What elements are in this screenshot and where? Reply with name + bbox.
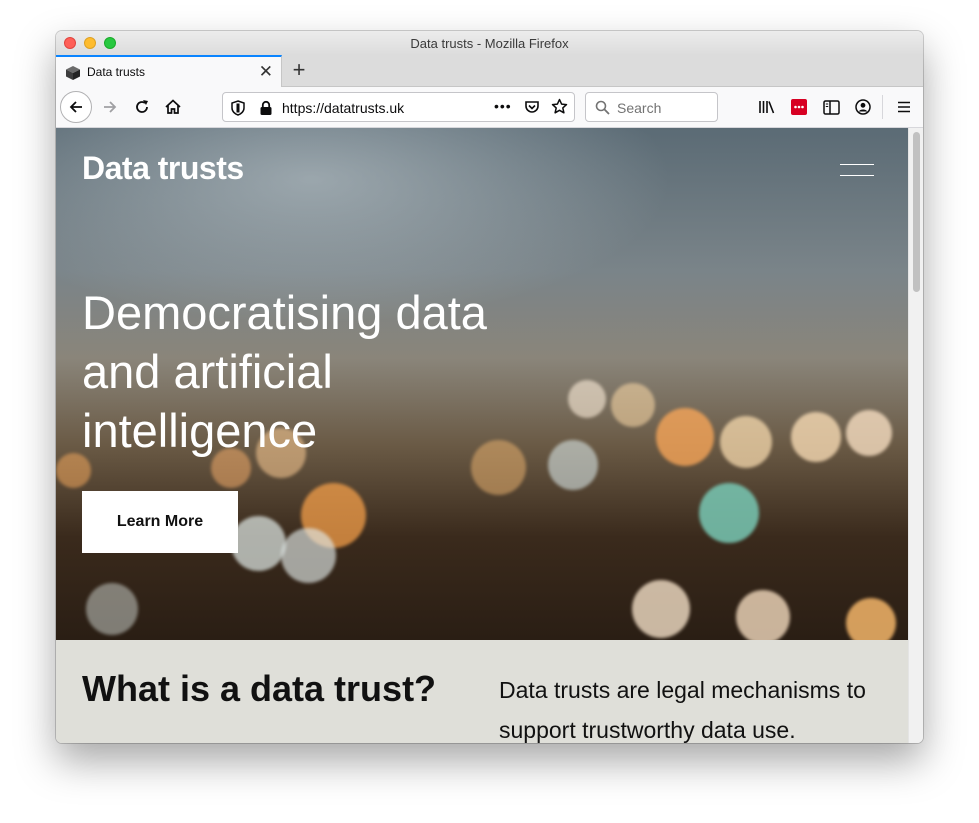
extension-button[interactable] <box>789 97 809 117</box>
page-actions-icon[interactable]: ••• <box>494 98 512 114</box>
bokeh-light <box>720 416 772 468</box>
app-menu-button[interactable] <box>894 97 914 117</box>
site-title[interactable]: Data trusts <box>82 150 244 187</box>
bokeh-light <box>86 583 138 635</box>
new-tab-button[interactable]: + <box>288 57 310 83</box>
home-icon <box>165 99 181 114</box>
hamburger-menu-icon[interactable] <box>840 164 874 178</box>
sidebar-button[interactable] <box>821 97 841 117</box>
title-bar: Data trusts - Mozilla Firefox <box>56 31 923 55</box>
bokeh-light <box>656 408 714 466</box>
window-title: Data trusts - Mozilla Firefox <box>410 36 569 51</box>
bokeh-light <box>846 410 892 456</box>
bokeh-light <box>846 598 896 640</box>
home-button[interactable] <box>157 91 189 123</box>
library-icon <box>759 101 775 114</box>
page-content: Data trusts Democratising data and artif… <box>56 128 923 743</box>
app-menu-icon <box>898 101 910 113</box>
extension-icon <box>791 99 807 115</box>
bokeh-light <box>548 440 598 490</box>
bokeh-light <box>736 590 790 640</box>
bokeh-light <box>632 580 690 638</box>
tab-strip: Data trusts ✕ + <box>56 55 923 87</box>
bokeh-light <box>568 380 606 418</box>
sidebar-icon <box>822 99 840 115</box>
about-section: What is a data trust? Data trusts are le… <box>56 640 908 743</box>
back-icon <box>69 101 82 113</box>
learn-more-button[interactable]: Learn More <box>82 491 238 553</box>
bokeh-light <box>231 516 286 571</box>
url-bar[interactable]: https://datatrusts.uk ••• <box>222 92 575 122</box>
bokeh-light <box>611 383 655 427</box>
search-bar[interactable]: Search <box>585 92 718 122</box>
about-title: What is a data trust? <box>82 668 437 709</box>
hero-heading: Democratising data and artificial intell… <box>82 286 487 457</box>
forward-icon <box>104 101 117 113</box>
account-icon <box>855 99 871 115</box>
hero-section: Data trusts Democratising data and artif… <box>56 128 908 640</box>
about-text: Data trusts are legal mechanisms to supp… <box>499 677 866 743</box>
scrollbar-thumb[interactable] <box>913 132 920 292</box>
tab-data-trusts[interactable]: Data trusts ✕ <box>56 55 282 87</box>
tab-close-icon[interactable]: ✕ <box>259 62 273 82</box>
bookmark-star-icon[interactable] <box>551 98 568 115</box>
reload-button[interactable] <box>126 91 158 123</box>
forward-button[interactable] <box>94 91 126 123</box>
lock-icon[interactable] <box>259 100 273 116</box>
cube-favicon-icon <box>66 66 80 80</box>
search-icon <box>595 100 610 115</box>
library-button[interactable] <box>757 97 777 117</box>
vertical-scrollbar[interactable] <box>908 128 923 743</box>
url-text[interactable]: https://datatrusts.uk <box>282 100 404 116</box>
bokeh-light <box>699 483 759 543</box>
search-placeholder: Search <box>617 100 662 116</box>
shield-icon[interactable] <box>231 100 245 116</box>
pocket-icon[interactable] <box>524 99 540 115</box>
browser-window: Data trusts - Mozilla Firefox Data trust… <box>56 31 923 743</box>
navigation-toolbar: https://datatrusts.uk ••• Search <box>56 87 923 128</box>
bokeh-light <box>281 528 336 583</box>
reload-icon <box>136 100 148 113</box>
toolbar-divider <box>882 95 883 119</box>
back-button[interactable] <box>60 91 92 123</box>
tab-label: Data trusts <box>87 65 146 79</box>
bokeh-light <box>791 412 841 462</box>
account-button[interactable] <box>853 97 873 117</box>
